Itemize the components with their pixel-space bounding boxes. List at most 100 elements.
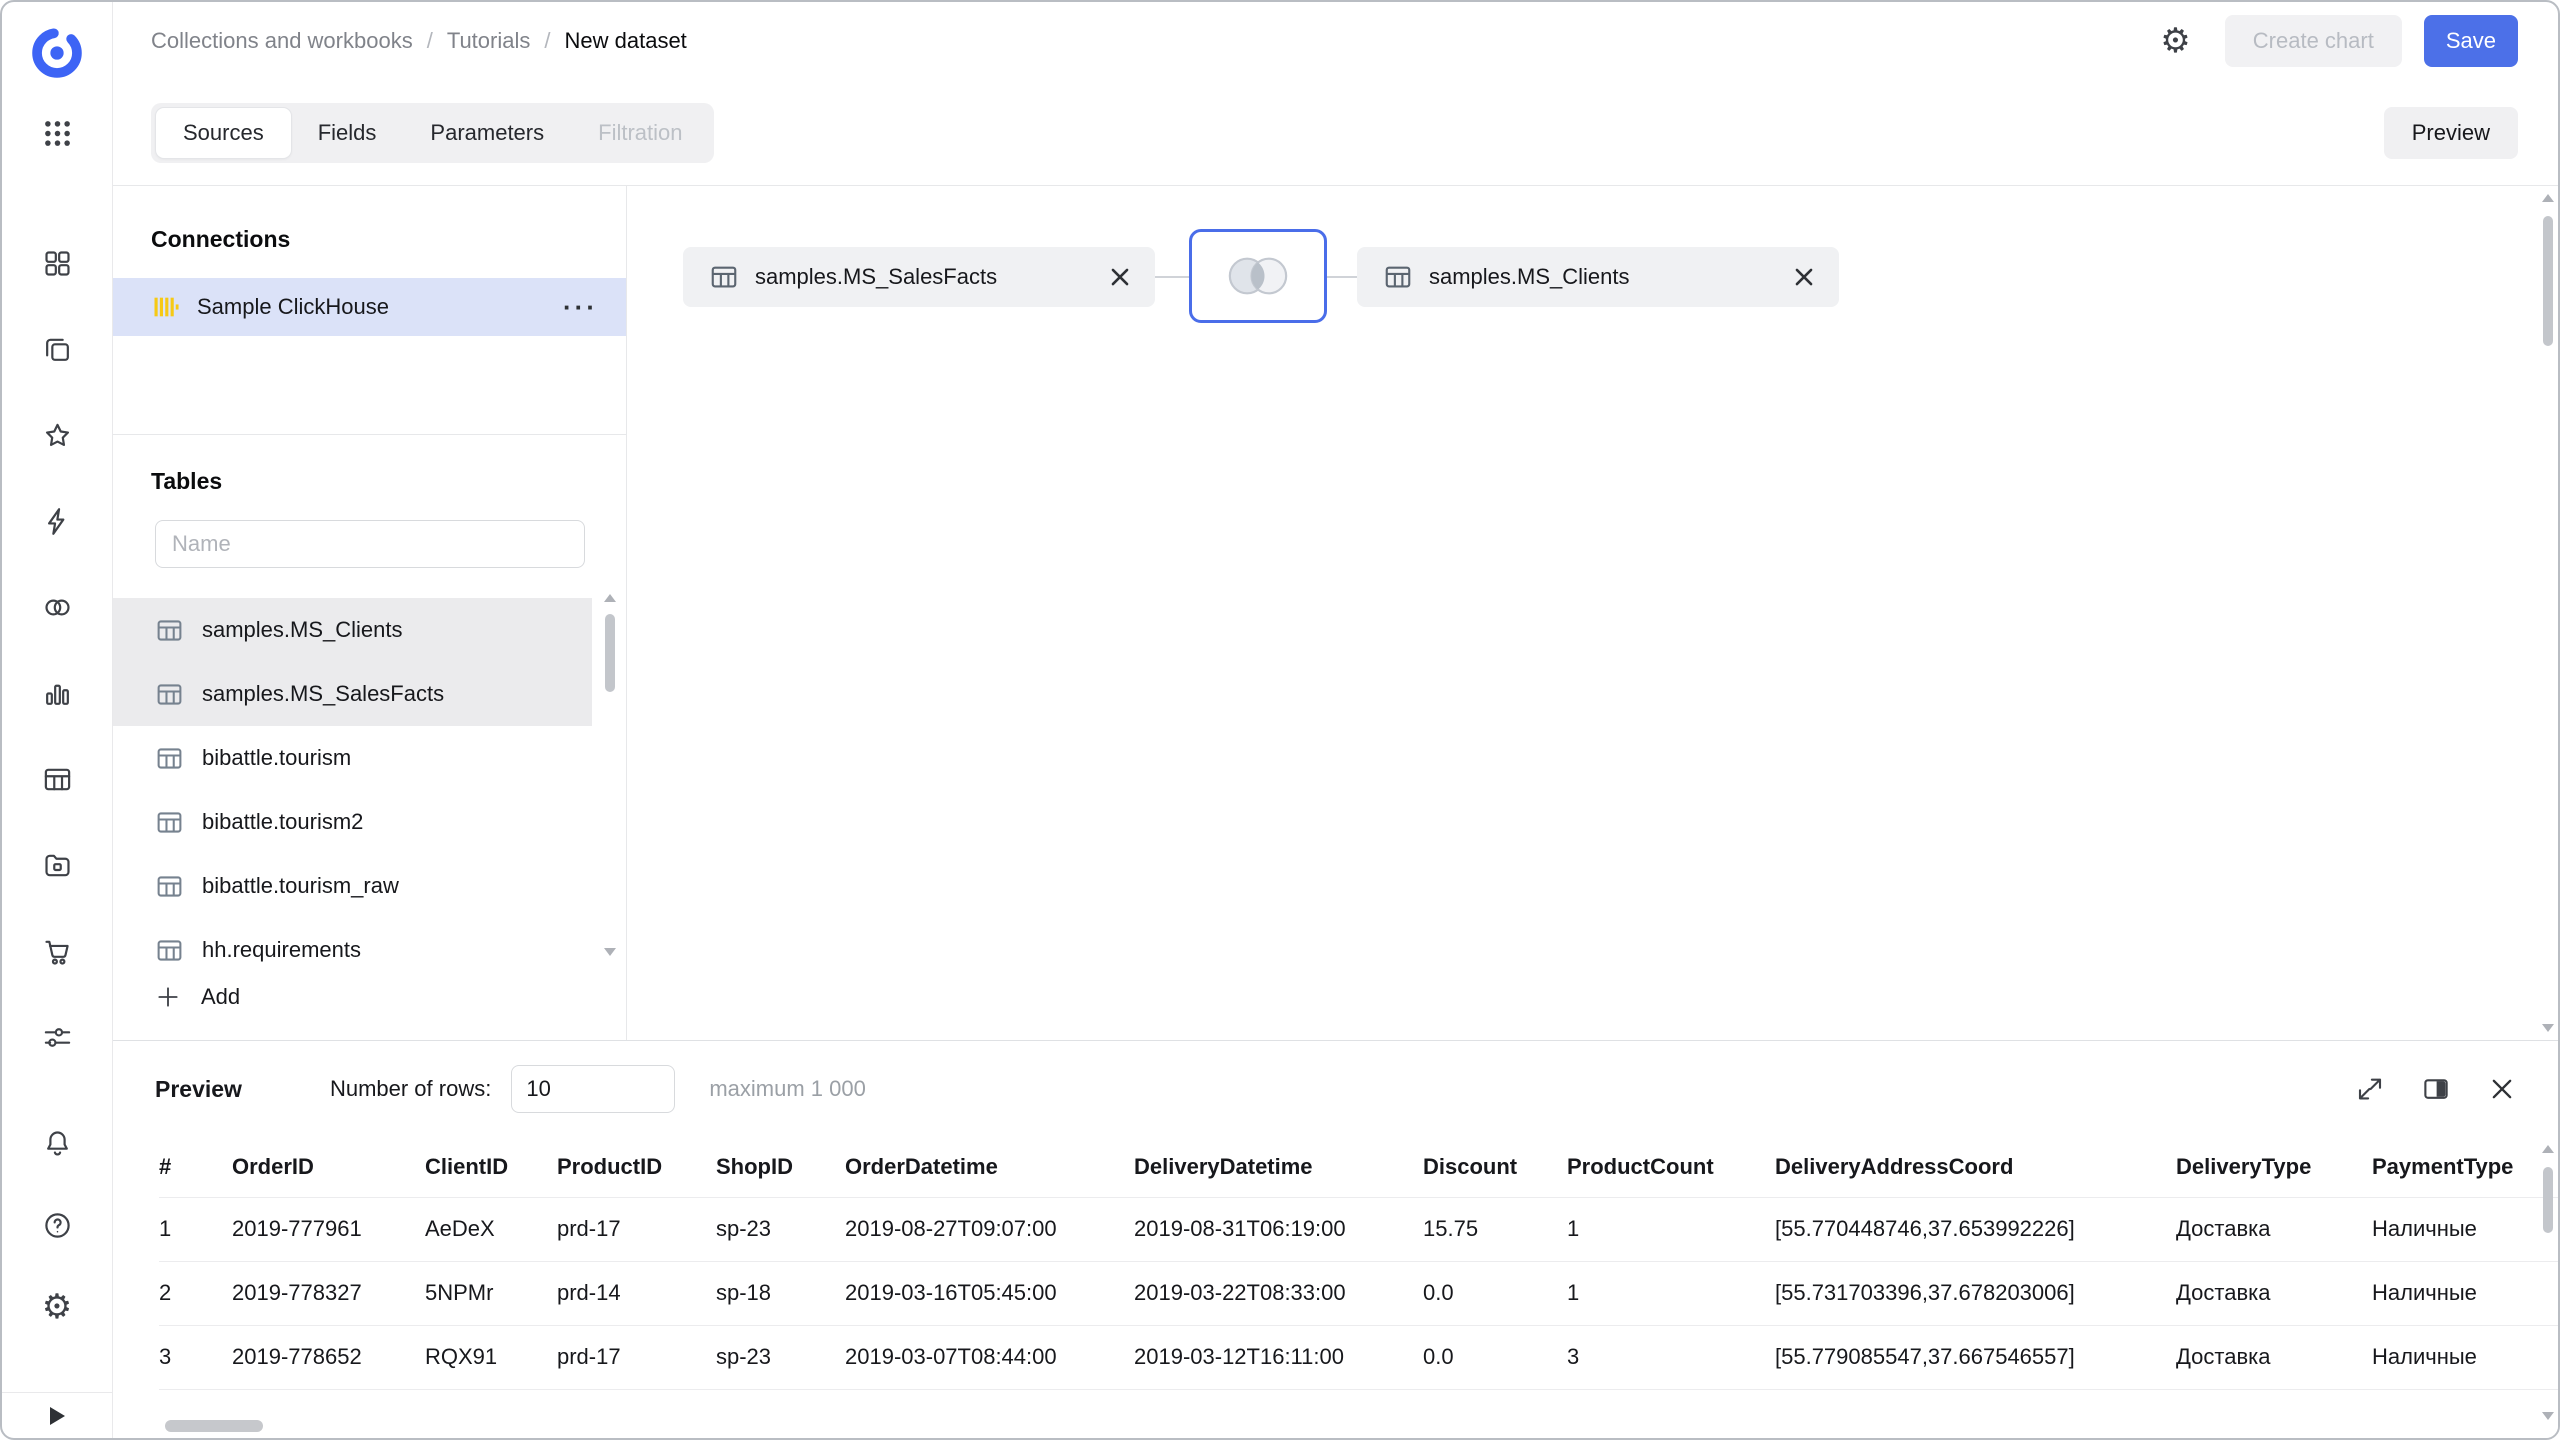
scroll-down-arrow[interactable] bbox=[2542, 1412, 2554, 1420]
table-search-input[interactable] bbox=[155, 520, 585, 568]
table-list-item[interactable]: bibattle.tourism2 bbox=[113, 790, 592, 854]
scroll-up-arrow[interactable] bbox=[604, 594, 616, 602]
table-cell: AeDeX bbox=[425, 1197, 557, 1261]
source-chip-salesfacts[interactable]: samples.MS_SalesFacts bbox=[683, 247, 1155, 307]
datalens-logo-icon[interactable] bbox=[20, 16, 94, 90]
middle-row: Connections Sample ClickHouse ··· Tables bbox=[113, 186, 2558, 1040]
table-cell: 1 bbox=[159, 1197, 232, 1261]
dataset-settings-gear-icon[interactable]: ⚙ bbox=[2160, 24, 2190, 58]
breadcrumb-separator: / bbox=[427, 28, 433, 54]
table-cell: 15.75 bbox=[1423, 1197, 1567, 1261]
column-header: Discount bbox=[1423, 1137, 1567, 1197]
close-preview-icon[interactable] bbox=[2484, 1071, 2520, 1107]
tab-fields[interactable]: Fields bbox=[291, 108, 404, 158]
tables-grid-icon[interactable] bbox=[36, 758, 78, 800]
preview-toggle-button[interactable]: Preview bbox=[2384, 107, 2518, 159]
column-header: DeliveryAddressCoord bbox=[1775, 1137, 2176, 1197]
table-list-item[interactable]: samples.MS_SalesFacts bbox=[113, 662, 592, 726]
join-connector-line bbox=[1155, 276, 1189, 278]
preview-table-head-row: #OrderIDClientIDProductIDShopIDOrderDate… bbox=[159, 1137, 2558, 1197]
column-header: # bbox=[159, 1137, 232, 1197]
table-cell: sp-18 bbox=[716, 1261, 845, 1325]
left-rail: ⚙ bbox=[2, 2, 113, 1438]
tables-list: samples.MS_Clients samples.MS_SalesFacts… bbox=[113, 598, 592, 982]
scrollbar-thumb[interactable] bbox=[2543, 216, 2553, 346]
table-list-item[interactable]: bibattle.tourism_raw bbox=[113, 854, 592, 918]
breadcrumb-collections[interactable]: Collections and workbooks bbox=[151, 28, 413, 54]
tab-sources[interactable]: Sources bbox=[156, 108, 291, 158]
charts-bars-icon[interactable] bbox=[36, 672, 78, 714]
favorites-star-icon[interactable] bbox=[36, 414, 78, 456]
table-row: 32019-778652RQX91prd-17sp-232019-03-07T0… bbox=[159, 1325, 2558, 1389]
scroll-down-arrow[interactable] bbox=[2542, 1024, 2554, 1032]
table-list-item[interactable]: samples.MS_Clients bbox=[113, 598, 592, 662]
remove-source-icon[interactable] bbox=[1795, 268, 1813, 286]
dashboards-grid-icon[interactable] bbox=[36, 242, 78, 284]
relations-rings-icon[interactable] bbox=[36, 586, 78, 628]
preview-data-table: #OrderIDClientIDProductIDShopIDOrderDate… bbox=[159, 1137, 2558, 1390]
apps-grid-icon[interactable] bbox=[36, 112, 78, 154]
add-table-button[interactable]: Add bbox=[155, 984, 240, 1010]
scroll-up-arrow[interactable] bbox=[2542, 1145, 2554, 1153]
inner-join-venn-icon bbox=[1219, 250, 1297, 302]
breadcrumb-tutorials[interactable]: Tutorials bbox=[447, 28, 531, 54]
split-view-icon[interactable] bbox=[2418, 1071, 2454, 1107]
table-cell: 2 bbox=[159, 1261, 232, 1325]
table-list-item[interactable]: bibattle.tourism bbox=[113, 726, 592, 790]
table-cell: 2019-08-27T09:07:00 bbox=[845, 1197, 1134, 1261]
rows-count-input[interactable] bbox=[511, 1065, 675, 1113]
table-list-item[interactable]: hh.requirements bbox=[113, 918, 592, 982]
table-cell: Наличные bbox=[2372, 1325, 2558, 1389]
console-toggle[interactable] bbox=[2, 1392, 112, 1438]
marketplace-cart-icon[interactable] bbox=[36, 930, 78, 972]
table-row: 22019-7783275NPMrprd-14sp-182019-03-16T0… bbox=[159, 1261, 2558, 1325]
settings-gear-icon-rail[interactable]: ⚙ bbox=[36, 1286, 78, 1328]
table-name: bibattle.tourism bbox=[202, 745, 351, 771]
table-cell: 2019-03-07T08:44:00 bbox=[845, 1325, 1134, 1389]
create-chart-button[interactable]: Create chart bbox=[2225, 15, 2402, 67]
connections-title: Connections bbox=[151, 226, 290, 253]
connection-menu-button[interactable]: ··· bbox=[563, 292, 598, 323]
table-cell: 5NPMr bbox=[425, 1261, 557, 1325]
notifications-bell-icon[interactable] bbox=[36, 1122, 78, 1164]
remove-source-icon[interactable] bbox=[1111, 268, 1129, 286]
table-cell: prd-17 bbox=[557, 1197, 716, 1261]
table-name: bibattle.tourism2 bbox=[202, 809, 363, 835]
table-cell: Доставка bbox=[2176, 1197, 2372, 1261]
rail-navigation bbox=[36, 242, 78, 1058]
workbooks-layers-icon[interactable] bbox=[36, 328, 78, 370]
preview-panel: Preview Number of rows: maximum 1 000 bbox=[113, 1040, 2558, 1438]
help-question-icon[interactable] bbox=[36, 1204, 78, 1246]
table-cell: Наличные bbox=[2372, 1197, 2558, 1261]
storage-folder-icon[interactable] bbox=[36, 844, 78, 886]
column-header: DeliveryType bbox=[2176, 1137, 2372, 1197]
tab-parameters[interactable]: Parameters bbox=[403, 108, 571, 158]
table-icon bbox=[155, 680, 184, 709]
add-table-label: Add bbox=[201, 984, 240, 1010]
join-connector-line bbox=[1327, 276, 1357, 278]
join-node[interactable] bbox=[1189, 229, 1327, 323]
expand-preview-icon[interactable] bbox=[2352, 1071, 2388, 1107]
table-cell: Доставка bbox=[2176, 1261, 2372, 1325]
preview-title: Preview bbox=[155, 1076, 242, 1103]
scrollbar-thumb[interactable] bbox=[2543, 1167, 2553, 1233]
table-cell: 3 bbox=[1567, 1325, 1775, 1389]
preview-vertical-scrollbar bbox=[2542, 1145, 2554, 1420]
table-cell: [55.770448746,37.653992226] bbox=[1775, 1197, 2176, 1261]
app-window: ⚙ Collections and workbooks / Tutorials … bbox=[0, 0, 2560, 1440]
table-cell: 0.0 bbox=[1423, 1261, 1567, 1325]
scroll-down-arrow[interactable] bbox=[604, 948, 616, 956]
lightning-icon[interactable] bbox=[36, 500, 78, 542]
table-cell: prd-17 bbox=[557, 1325, 716, 1389]
scrollbar-thumb[interactable] bbox=[165, 1420, 263, 1432]
rows-max-hint: maximum 1 000 bbox=[709, 1076, 866, 1102]
scroll-up-arrow[interactable] bbox=[2542, 194, 2554, 202]
source-chip-label: samples.MS_SalesFacts bbox=[755, 264, 997, 290]
canvas-scrollbar bbox=[2542, 194, 2554, 1032]
source-chip-clients[interactable]: samples.MS_Clients bbox=[1357, 247, 1839, 307]
save-button[interactable]: Save bbox=[2424, 15, 2518, 67]
scrollbar-thumb[interactable] bbox=[605, 614, 615, 692]
services-sliders-icon[interactable] bbox=[36, 1016, 78, 1058]
connection-item-sample-clickhouse[interactable]: Sample ClickHouse ··· bbox=[113, 278, 626, 336]
column-header: PaymentType bbox=[2372, 1137, 2558, 1197]
